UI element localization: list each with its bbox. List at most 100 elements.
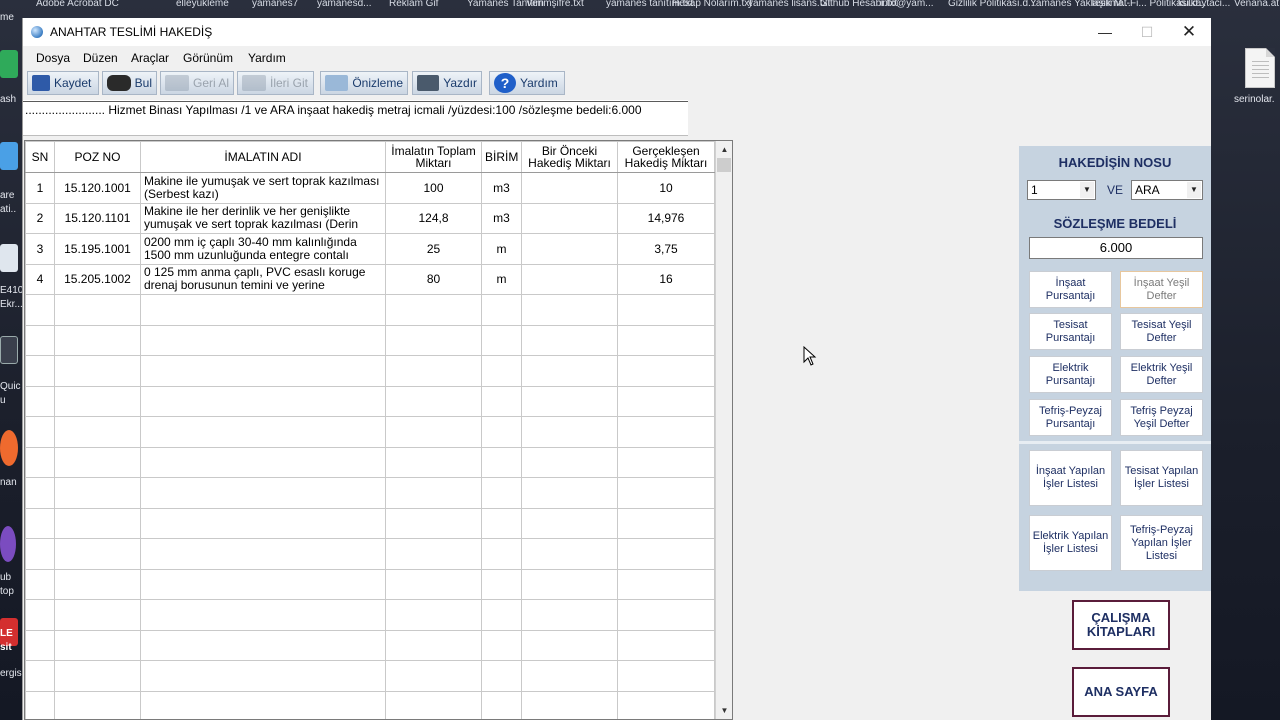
table-row[interactable]: 3 15.195.1001 0200 mm iç çaplı 30-40 mm …: [25, 233, 715, 265]
chevron-down-icon[interactable]: ▼: [1187, 182, 1201, 198]
scroll-up-arrow-icon[interactable]: ▲: [716, 141, 732, 158]
cell-ad[interactable]: Makine ile her derinlik ve her genişlikt…: [140, 202, 386, 234]
cell-onceki[interactable]: [521, 202, 618, 234]
elektrik-pursantaj-button[interactable]: Elektrik Pursantajı: [1029, 356, 1112, 393]
cell-gercek[interactable]: 16: [617, 263, 715, 295]
table-row-empty[interactable]: [25, 538, 715, 570]
table-row-empty[interactable]: [25, 690, 715, 719]
table-row-empty[interactable]: [25, 660, 715, 692]
cell-onceki[interactable]: [521, 172, 618, 204]
table-row-empty[interactable]: [25, 294, 715, 326]
desktop-app-icon[interactable]: [0, 244, 20, 272]
elektrik-yesil-defter-button[interactable]: Elektrik Yeşil Defter: [1120, 356, 1203, 393]
table-row-empty[interactable]: [25, 355, 715, 387]
preview-button[interactable]: Önizleme: [320, 71, 408, 95]
menu-gorunum[interactable]: Görünüm: [183, 51, 233, 65]
calisma-kitaplari-button[interactable]: ÇALIŞMA KİTAPLARI: [1072, 600, 1170, 650]
cell-gercek[interactable]: 14,976: [617, 202, 715, 234]
cell-birim[interactable]: m3: [481, 172, 522, 204]
help-button[interactable]: ? Yardım: [489, 71, 565, 95]
column-header-ad[interactable]: İMALATIN ADI: [140, 141, 386, 173]
sozlesme-bedeli-field[interactable]: 6.000: [1029, 237, 1203, 259]
table-row[interactable]: 4 15.205.1002 0 125 mm anma çaplı, PVC e…: [25, 263, 715, 295]
maximize-button[interactable]: ☐: [1127, 20, 1167, 44]
tefris-yesil-defter-button[interactable]: Tefriş Peyzaj Yeşil Defter: [1120, 399, 1203, 436]
table-row[interactable]: 2 15.120.1101 Makine ile her derinlik ve…: [25, 202, 715, 234]
desktop-icon-label[interactable]: serinolar.: [1234, 94, 1275, 105]
cell-ad[interactable]: 0200 mm iç çaplı 30-40 mm kalınlığında 1…: [140, 233, 386, 265]
insaat-pursantaj-button[interactable]: İnşaat Pursantajı: [1029, 271, 1112, 308]
cell-sn[interactable]: 3: [25, 233, 55, 265]
cell-poz[interactable]: 15.195.1001: [54, 233, 141, 265]
cell-toplam[interactable]: 100: [385, 172, 482, 204]
grid-vertical-scrollbar[interactable]: ▲ ▼: [715, 141, 732, 719]
cell-birim[interactable]: m3: [481, 202, 522, 234]
cell-ad[interactable]: Makine ile yumuşak ve sert toprak kazılm…: [140, 172, 386, 204]
table-row-empty[interactable]: [25, 324, 715, 356]
column-header-birim[interactable]: BİRİM: [481, 141, 522, 173]
desktop-icon-label[interactable]: Hesap Nolarım.txt: [672, 0, 752, 9]
table-row-empty[interactable]: [25, 507, 715, 539]
cell-onceki[interactable]: [521, 263, 618, 295]
desktop-icon-label[interactable]: yamanesd...: [317, 0, 371, 9]
column-header-gercek[interactable]: Gerçekleşen Hakediş Miktarı: [617, 141, 715, 173]
cell-ad[interactable]: 0 125 mm anma çaplı, PVC esaslı koruge d…: [140, 263, 386, 295]
text-file-icon[interactable]: [1245, 48, 1275, 88]
tefris-pursantaj-button[interactable]: Tefriş-Peyzaj Pursantajı: [1029, 399, 1112, 436]
desktop-icon-label[interactable]: elleyukleme: [176, 0, 229, 9]
desktop-icon-label[interactable]: Verimşifre.txt: [526, 0, 584, 9]
print-button[interactable]: Yazdır: [412, 71, 482, 95]
tesisat-yapilan-isler-button[interactable]: Tesisat Yapılan İşler Listesi: [1120, 450, 1203, 506]
cell-birim[interactable]: m: [481, 233, 522, 265]
cell-onceki[interactable]: [521, 233, 618, 265]
hakedis-type-select[interactable]: ARA ▼: [1131, 180, 1203, 200]
close-button[interactable]: ✕: [1169, 20, 1209, 44]
save-button[interactable]: Kaydet: [27, 71, 99, 95]
desktop-icon-label[interactable]: kulkaytaci...: [1178, 0, 1230, 9]
desktop-icon-label[interactable]: Adobe Acrobat DC: [36, 0, 119, 9]
undo-button[interactable]: Geri Al: [160, 71, 234, 95]
menu-dosya[interactable]: Dosya: [36, 51, 70, 65]
desktop-icon-label[interactable]: yamanes7: [252, 0, 298, 9]
table-row-empty[interactable]: [25, 599, 715, 631]
table-row-empty[interactable]: [25, 416, 715, 448]
desktop-app-icon[interactable]: [0, 142, 20, 170]
desktop-icon-label[interactable]: Gizlilik Politikası.d...: [948, 0, 1036, 9]
menu-duzen[interactable]: Düzen: [83, 51, 118, 65]
desktop-icon-label[interactable]: Reklam Gif: [389, 0, 438, 9]
cell-toplam[interactable]: 124,8: [385, 202, 482, 234]
table-row-empty[interactable]: [25, 385, 715, 417]
menu-araclar[interactable]: Araçlar: [131, 51, 169, 65]
table-row-empty[interactable]: [25, 446, 715, 478]
column-header-sn[interactable]: SN: [25, 141, 55, 173]
minimize-button[interactable]: —: [1085, 20, 1125, 44]
tesisat-yesil-defter-button[interactable]: Tesisat Yeşil Defter: [1120, 313, 1203, 350]
desktop-icon-label[interactable]: Venana.at: [1234, 0, 1279, 9]
desktop-app-icon[interactable]: [0, 50, 20, 78]
find-button[interactable]: Bul: [102, 71, 157, 95]
chevron-down-icon[interactable]: ▼: [1080, 182, 1094, 198]
desktop-app-icon[interactable]: [0, 526, 20, 562]
cell-birim[interactable]: m: [481, 263, 522, 295]
column-header-onceki[interactable]: Bir Önceki Hakediş Miktarı: [521, 141, 618, 173]
cell-poz[interactable]: 15.120.1101: [54, 202, 141, 234]
table-row-empty[interactable]: [25, 629, 715, 661]
cell-poz[interactable]: 15.120.1001: [54, 172, 141, 204]
scroll-thumb[interactable]: [717, 158, 731, 172]
cell-sn[interactable]: 1: [25, 172, 55, 204]
cell-gercek[interactable]: 3,75: [617, 233, 715, 265]
insaat-yesil-defter-button[interactable]: İnşaat Yeşil Defter: [1120, 271, 1203, 308]
scroll-down-arrow-icon[interactable]: ▼: [716, 702, 732, 719]
cell-toplam[interactable]: 80: [385, 263, 482, 295]
ana-sayfa-button[interactable]: ANA SAYFA: [1072, 667, 1170, 717]
menu-yardim[interactable]: Yardım: [248, 51, 286, 65]
cell-gercek[interactable]: 10: [617, 172, 715, 204]
column-header-toplam[interactable]: İmalatın Toplam Miktarı: [385, 141, 482, 173]
redo-button[interactable]: İleri Git: [237, 71, 314, 95]
elektrik-yapilan-isler-button[interactable]: Elektrik Yapılan İşler Listesi: [1029, 515, 1112, 571]
desktop-icon-label[interactable]: info@yam...: [880, 0, 934, 9]
desktop-app-icon[interactable]: [0, 336, 20, 364]
column-header-poz[interactable]: POZ NO: [54, 141, 141, 173]
cell-sn[interactable]: 2: [25, 202, 55, 234]
table-row-empty[interactable]: [25, 477, 715, 509]
